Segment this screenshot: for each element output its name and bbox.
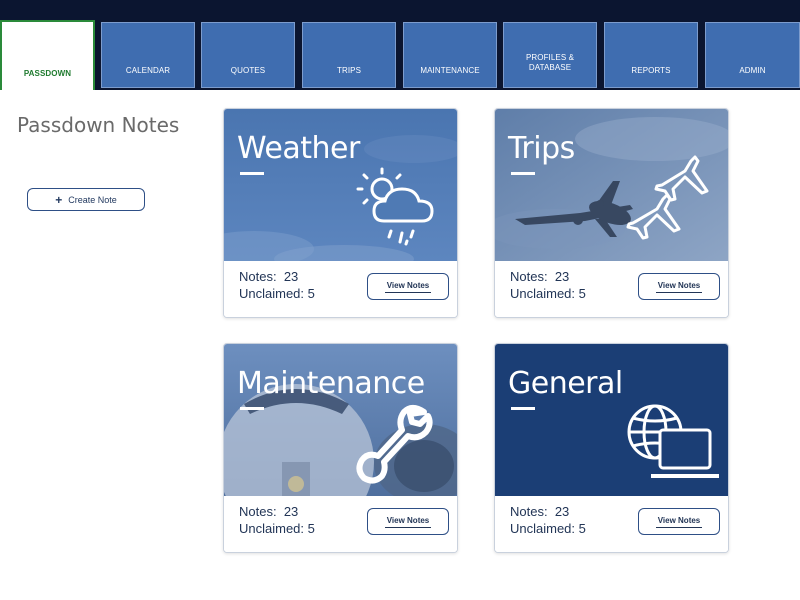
tab-trips[interactable]: TRIPS (302, 22, 396, 88)
create-note-button[interactable]: + Create Note (27, 188, 145, 211)
trips-card-title: Trips (508, 131, 575, 166)
trips-card-footer: Notes: 23 Unclaimed: 5 View Notes (495, 261, 728, 317)
trips-card: Trips Notes: 23 Unclaimed: 5 View Notes (494, 108, 729, 318)
view-notes-button[interactable]: View Notes (367, 273, 449, 300)
page-title: Passdown Notes (17, 113, 180, 137)
plus-icon: + (55, 192, 63, 207)
create-note-label: Create Note (68, 194, 117, 205)
unclaimed-count: Unclaimed: 5 (510, 286, 586, 301)
tab-quotes[interactable]: QUOTES (201, 22, 295, 88)
tab-label: CALENDAR (125, 66, 171, 75)
unclaimed-count: Unclaimed: 5 (510, 521, 586, 536)
weather-card-title: Weather (237, 131, 360, 166)
tab-label: MAINTENANCE (420, 66, 480, 75)
notes-count: Notes: 23 (239, 269, 299, 284)
weather-card-hero[interactable]: Weather (224, 109, 457, 261)
weather-card: Weather Notes: 23 Unclaimed: 5 View Note… (223, 108, 458, 318)
tab-label-line2: DATABASE (528, 63, 572, 72)
notes-count: Notes: 23 (510, 504, 570, 519)
tab-label-line1: PROFILES & (525, 53, 575, 62)
tab-label: QUOTES (230, 66, 266, 75)
maintenance-card-title: Maintenance (237, 366, 425, 401)
tab-admin[interactable]: ADMIN (705, 22, 800, 88)
title-underline (511, 407, 535, 410)
tab-label: PROFILES & DATABASE (526, 53, 574, 73)
maintenance-card: Maintenance Notes: 23 Unclaimed: 5 View … (223, 343, 458, 553)
notes-count: Notes: 23 (239, 504, 299, 519)
tab-label: REPORTS (631, 66, 671, 75)
trips-card-hero[interactable]: Trips (495, 109, 728, 261)
tab-profiles-database[interactable]: PROFILES & DATABASE (503, 22, 597, 88)
view-notes-button[interactable]: View Notes (367, 508, 449, 535)
title-underline (511, 172, 535, 175)
view-notes-button[interactable]: View Notes (638, 508, 720, 535)
tab-passdown[interactable]: PASSDOWN (0, 20, 95, 90)
notes-count: Notes: 23 (510, 269, 570, 284)
unclaimed-count: Unclaimed: 5 (239, 521, 315, 536)
maintenance-card-footer: Notes: 23 Unclaimed: 5 View Notes (224, 496, 457, 552)
view-notes-button[interactable]: View Notes (638, 273, 720, 300)
general-card: General Notes: 23 Unclaimed: 5 View Note… (494, 343, 729, 553)
general-card-footer: Notes: 23 Unclaimed: 5 View Notes (495, 496, 728, 552)
tab-label: PASSDOWN (23, 69, 72, 78)
title-underline (240, 407, 264, 410)
tab-label: TRIPS (336, 66, 362, 75)
tab-calendar[interactable]: CALENDAR (101, 22, 195, 88)
weather-card-footer: Notes: 23 Unclaimed: 5 View Notes (224, 261, 457, 317)
tab-reports[interactable]: REPORTS (604, 22, 698, 88)
general-card-title: General (508, 366, 623, 401)
tab-label: ADMIN (739, 66, 766, 75)
title-underline (240, 172, 264, 175)
tab-maintenance[interactable]: MAINTENANCE (403, 22, 497, 88)
unclaimed-count: Unclaimed: 5 (239, 286, 315, 301)
maintenance-card-hero[interactable]: Maintenance (224, 344, 457, 496)
general-card-hero[interactable]: General (495, 344, 728, 496)
